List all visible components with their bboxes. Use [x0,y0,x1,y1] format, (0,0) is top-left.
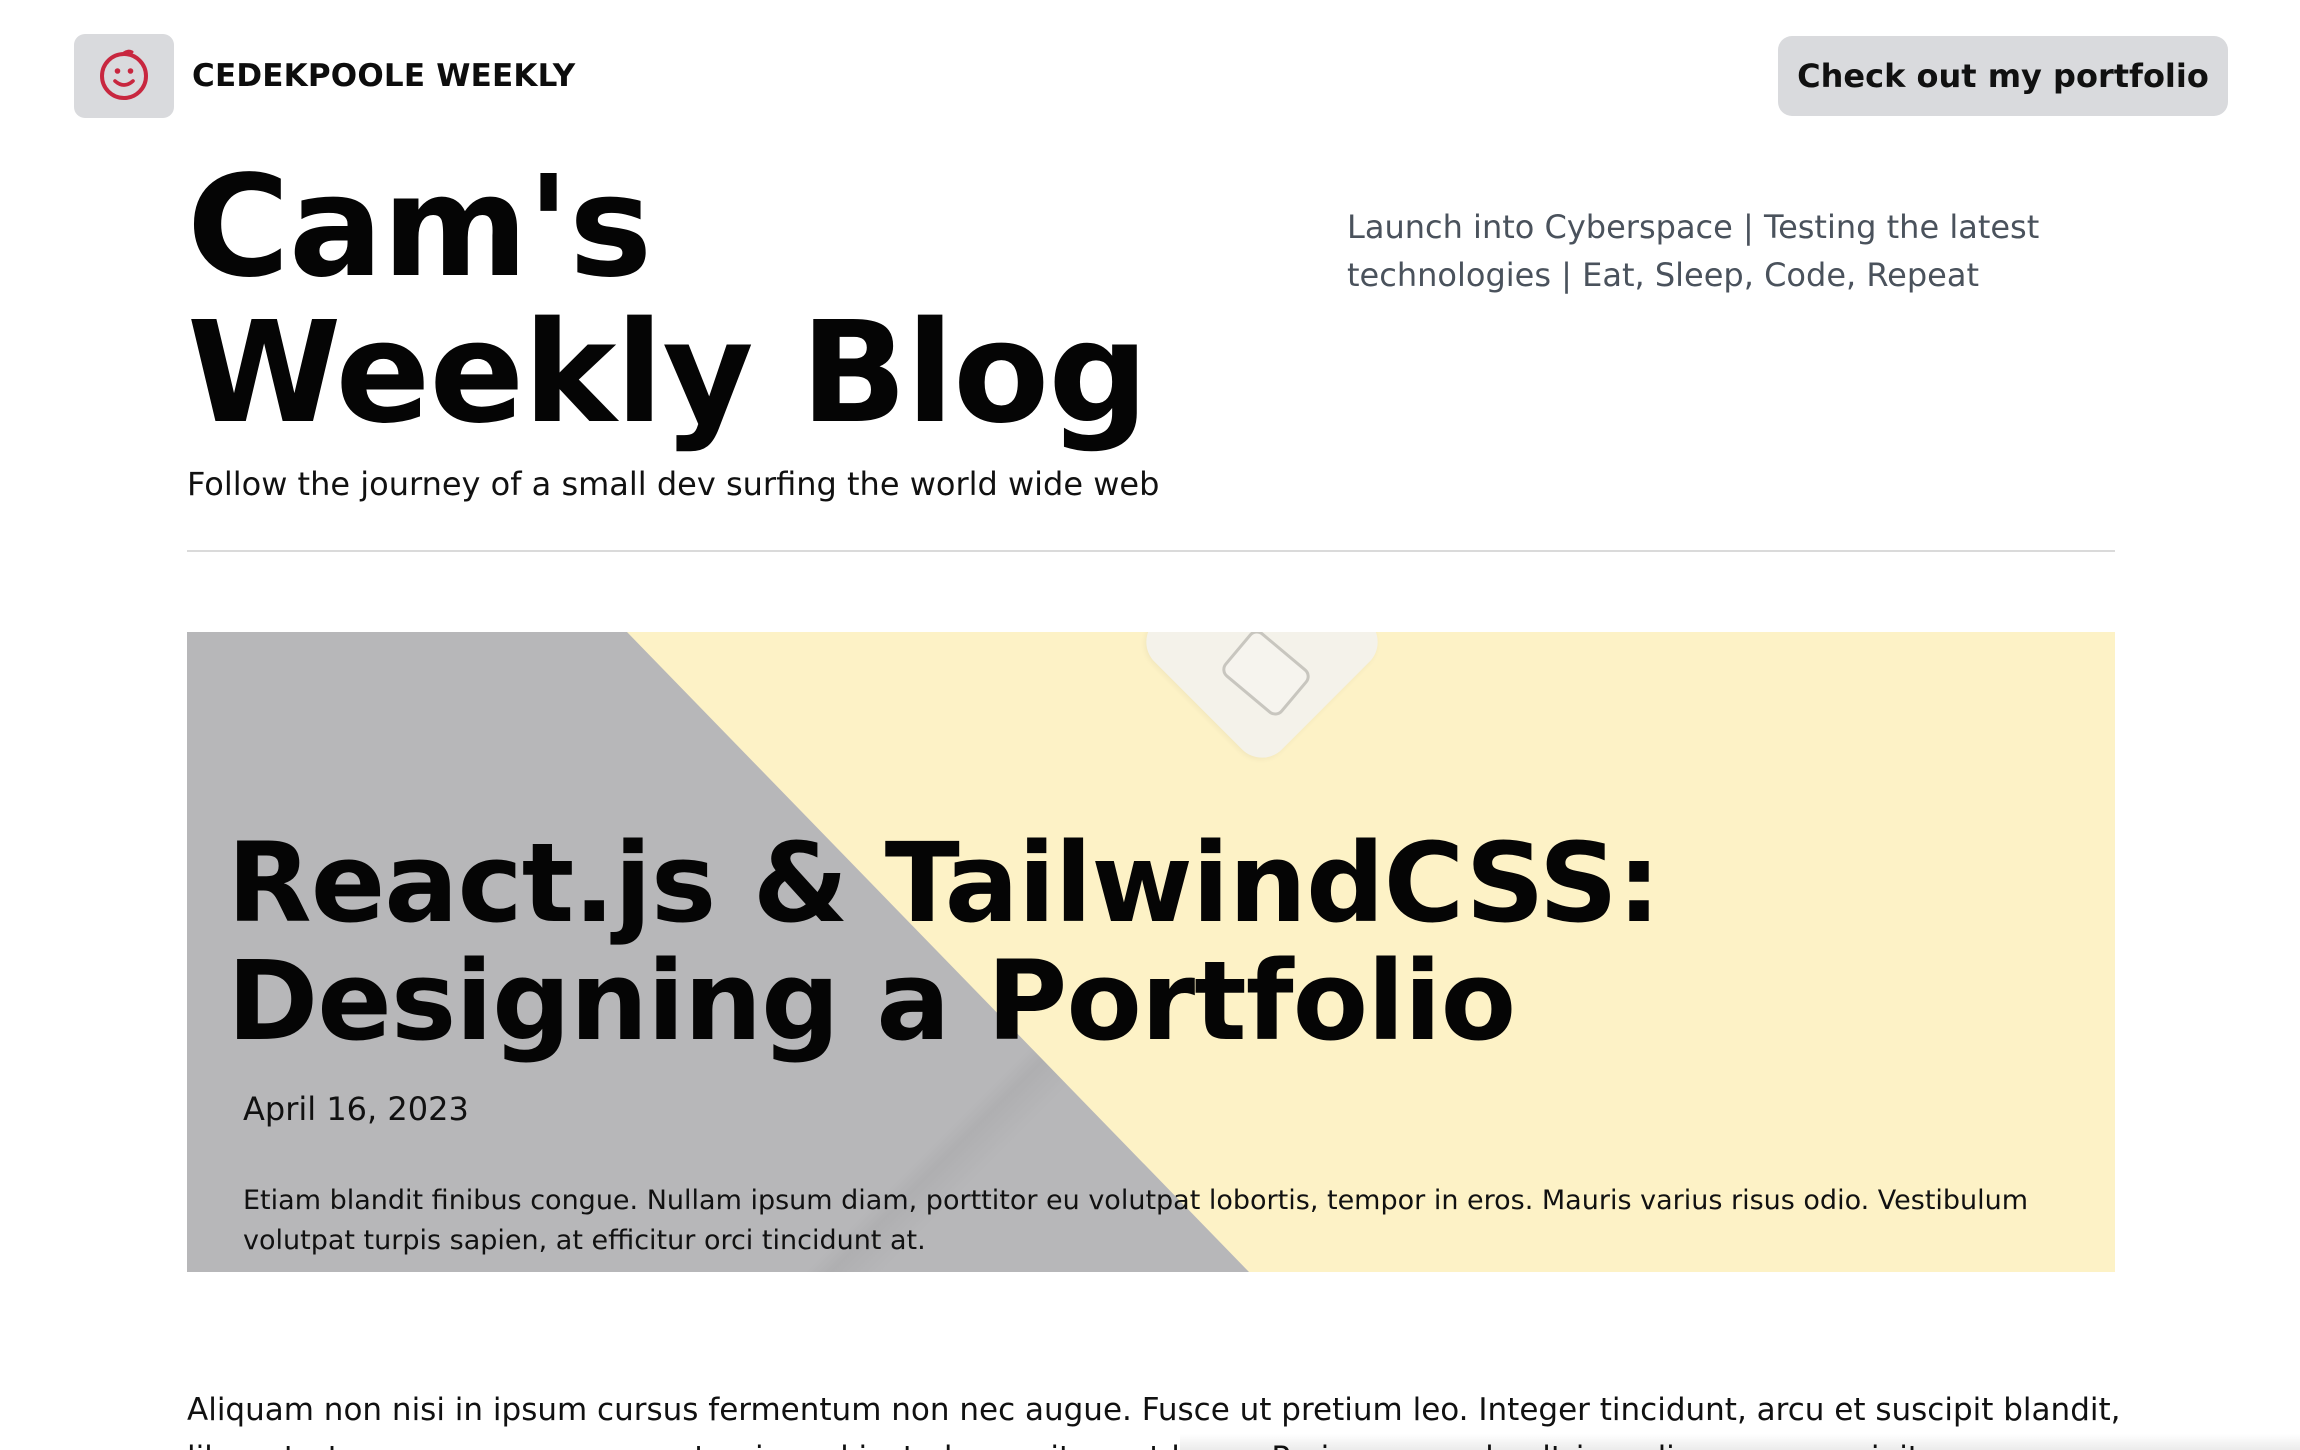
featured-post-card[interactable]: React.js & TailwindCSS: Designing a Port… [187,632,2115,1272]
featured-post-title[interactable]: React.js & TailwindCSS: Designing a Port… [227,824,1661,1060]
site-title: Cam's Weekly Blog [187,155,2117,447]
blog-home-page: CEDEKPOOLE WEEKLY Check out my portfolio… [0,0,2300,1450]
featured-post-excerpt: Etiam blandit finibus congue. Nullam ips… [243,1185,2029,1256]
brand-name[interactable]: CEDEKPOOLE WEEKLY [192,58,575,94]
featured-post-title-line-2[interactable]: Designing a Portfolio [227,942,1660,1060]
section-divider [187,550,2115,552]
featured-post-title-line-1[interactable]: React.js & TailwindCSS: [227,824,1661,942]
site-subtitle: Follow the journey of a small dev surfin… [187,465,1160,503]
portfolio-button[interactable]: Check out my portfolio [1778,36,2228,116]
logo-tile[interactable] [74,34,174,118]
smiley-face-icon [100,49,148,100]
site-title-line-2: Weekly Blog [187,292,1149,455]
bottom-edge-shadow [1180,1434,2300,1450]
top-navigation: CEDEKPOOLE WEEKLY Check out my portfolio [74,34,2228,118]
featured-post-date: April 16, 2023 [243,1090,469,1128]
site-tagline: Launch into Cyberspace | Testing the lat… [1347,208,2040,294]
hero-section: Cam's Weekly Blog Follow the journey of … [187,155,2117,504]
brand[interactable]: CEDEKPOOLE WEEKLY [74,34,575,118]
